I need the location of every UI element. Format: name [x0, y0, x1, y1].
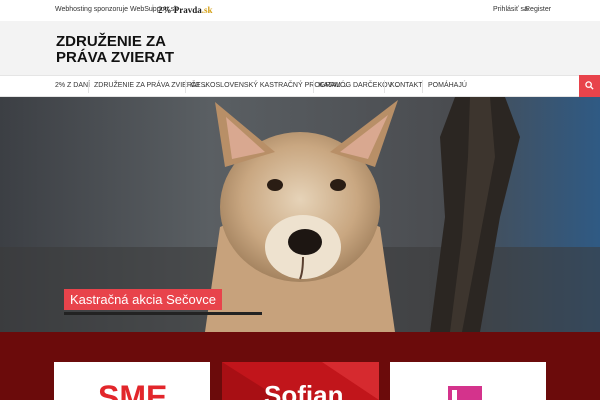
- partner-logo: [448, 386, 482, 400]
- site-header: ZDRUŽENIE ZA PRÁVA ZVIERAT: [0, 21, 600, 75]
- promo-card-sofian[interactable]: Sofian: [222, 362, 379, 400]
- hero-caption[interactable]: Kastračná akcia Sečovce: [64, 289, 222, 310]
- nav-item-kontakt[interactable]: KONTAKT: [390, 82, 423, 89]
- nav-divider: [422, 80, 423, 93]
- site-title-line-2: PRÁVA ZVIERAT: [56, 49, 175, 66]
- top-bar: Webhosting sponzoruje WebSupport.sk | 2%…: [0, 0, 600, 21]
- site-title-line-1: ZDRUŽENIE ZA: [56, 33, 166, 50]
- nav-item-katalog[interactable]: KATALÓG DARČEKOV ⌄: [319, 82, 399, 89]
- pravda-logo-main: 2% Pravda: [158, 5, 202, 15]
- search-icon: [585, 81, 594, 90]
- sofian-logo-text: Sofian: [264, 380, 343, 400]
- nav-divider: [88, 80, 89, 93]
- nav-divider: [185, 80, 186, 93]
- nav-divider: [384, 80, 385, 93]
- nav-item-pomahaju[interactable]: POMÁHAJÚ: [428, 82, 467, 89]
- login-link[interactable]: Prihlásiť sa: [493, 6, 528, 13]
- sofian-logo: Sofian: [222, 362, 379, 400]
- pravda-logo-suffix: .sk: [201, 5, 213, 15]
- site-title-link[interactable]: ZDRUŽENIE ZA PRÁVA ZVIERAT: [56, 34, 206, 66]
- pravda-logo-link[interactable]: 2% Pravda.sk: [158, 5, 213, 15]
- register-link[interactable]: Register: [525, 6, 551, 13]
- promo-card-sme[interactable]: SME: [54, 362, 210, 400]
- nav-divider: [313, 80, 314, 93]
- nav-item-label: KATALÓG DARČEKOV: [319, 82, 393, 89]
- nav-item-2-percent[interactable]: 2% Z DANÍ: [55, 82, 90, 89]
- hero-caption-underline: [64, 312, 262, 315]
- sme-logo-text: SME: [98, 379, 167, 400]
- nav-item-label: KONTAKT: [390, 82, 423, 89]
- sme-logo: SME: [98, 379, 167, 400]
- search-button[interactable]: [579, 75, 600, 97]
- nav-item-label: 2% Z DANÍ: [55, 82, 91, 89]
- main-nav: 2% Z DANÍ ZDRUŽENIE ZA PRÁVA ZVIERAT ⌄ ČE…: [0, 75, 600, 97]
- promo-card-third[interactable]: [390, 362, 546, 400]
- nav-item-label: POMÁHAJÚ: [428, 82, 467, 89]
- topbar-separator: |: [152, 5, 154, 12]
